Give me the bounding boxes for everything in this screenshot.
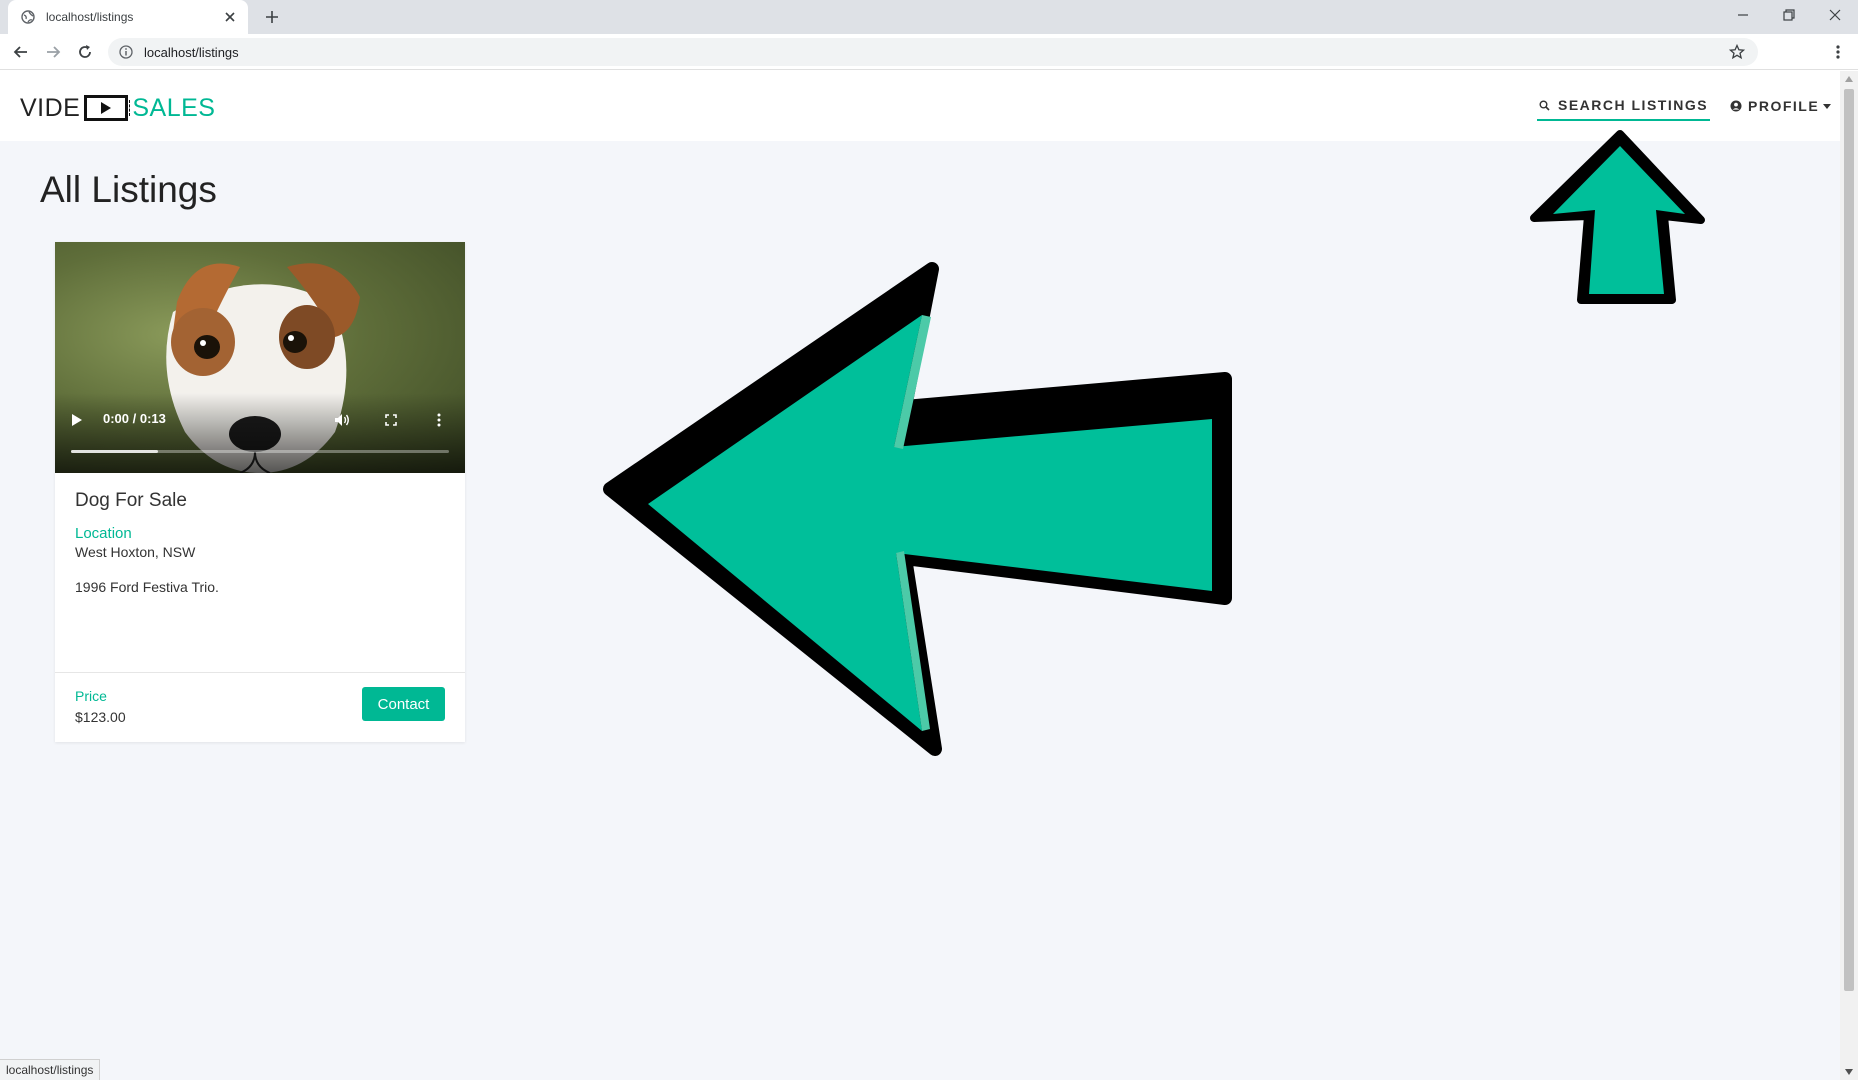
listing-video[interactable]: 0:00 / 0:13 [55,242,465,473]
scroll-down-icon[interactable] [1840,1064,1858,1080]
arrow-left-annotation [603,262,1232,756]
back-icon[interactable] [9,40,33,64]
info-icon[interactable] [118,44,134,60]
video-progress-fill [71,450,158,453]
video-progress-bar[interactable] [71,450,449,453]
location-label: Location [75,525,132,542]
star-icon[interactable] [1728,43,1746,61]
logo-text-left: VIDE [20,93,81,122]
site-logo[interactable]: VIDE SALES [20,93,215,123]
video-controls-backdrop [55,393,465,473]
close-icon[interactable] [222,9,238,25]
search-icon [1539,96,1550,115]
scroll-up-icon[interactable] [1840,71,1858,87]
fullscreen-icon[interactable] [381,410,401,430]
listing-card: 0:00 / 0:13 Dog For Sale Location West H… [55,242,465,742]
logo-text-right: SALES [132,93,216,122]
page-scrollbar[interactable] [1840,71,1858,1080]
listing-card-body: Dog For Sale Location West Hoxton, NSW 1… [75,490,445,595]
plus-icon[interactable] [260,5,284,29]
restore-icon[interactable] [1766,0,1812,30]
play-button[interactable] [67,410,87,430]
video-more-icon[interactable] [429,410,449,430]
browser-tab[interactable]: localhost/listings [8,0,248,34]
minimize-icon[interactable] [1720,0,1766,30]
contact-button[interactable]: Contact [362,687,445,721]
browser-toolbar: localhost/listings [0,34,1858,70]
listing-description: 1996 Ford Festiva Trio. [75,579,219,595]
card-divider [55,672,465,673]
browser-tabstrip: localhost/listings [0,0,1858,34]
address-url[interactable]: localhost/listings [144,45,1728,60]
status-bar-url: localhost/listings [0,1059,101,1080]
close-window-icon[interactable] [1812,0,1858,30]
video-time: 0:00 / 0:13 [103,411,166,426]
price-value: $123.00 [75,709,126,725]
address-bar[interactable]: localhost/listings [108,38,1758,66]
nav-search-label: SEARCH LISTINGS [1558,97,1709,113]
scrollbar-thumb[interactable] [1844,89,1854,991]
user-icon [1730,97,1742,116]
nav-search-listings[interactable]: SEARCH LISTINGS [1537,91,1711,121]
reload-icon[interactable] [73,40,97,64]
location-value: West Hoxton, NSW [75,544,196,560]
arrow-up-annotation [1530,130,1705,304]
kebab-icon[interactable] [1826,40,1850,64]
globe-icon [20,9,36,25]
nav-profile-dropdown[interactable]: PROFILE [1730,91,1832,121]
volume-icon[interactable] [332,410,352,430]
chevron-down-icon [1823,103,1832,109]
tab-title: localhost/listings [46,10,134,24]
forward-icon[interactable] [41,40,65,64]
page-viewport: VIDE SALES SEARCH LISTINGS PROFILE All L… [0,71,1840,1080]
price-label: Price [75,688,107,704]
page-title: All Listings [40,169,217,210]
play-icon [84,95,131,121]
nav-profile-label: PROFILE [1748,98,1820,114]
listing-title: Dog For Sale [75,490,187,511]
